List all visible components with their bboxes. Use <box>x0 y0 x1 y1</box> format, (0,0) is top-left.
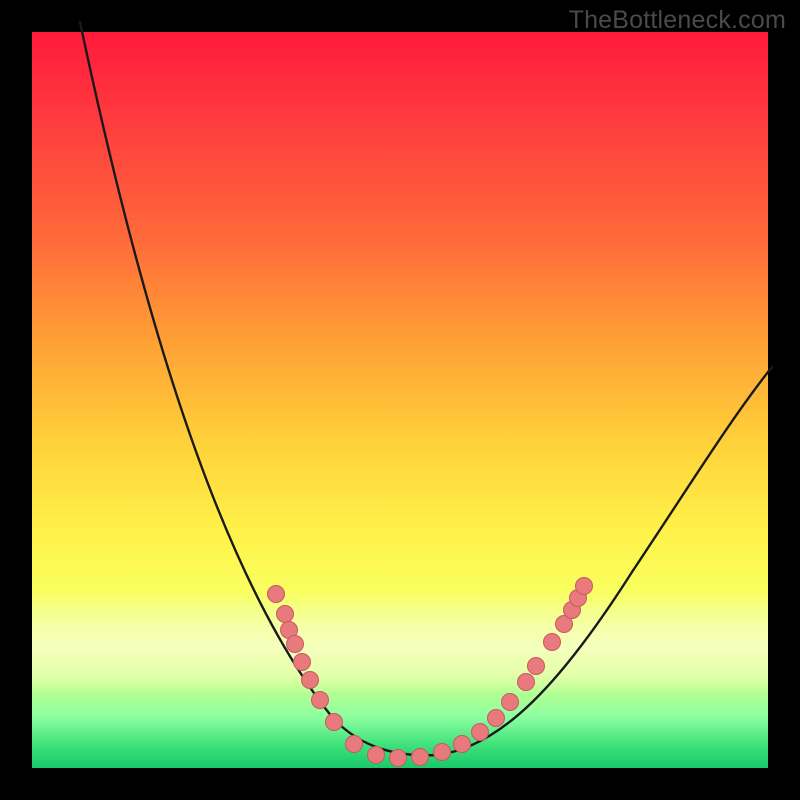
data-dot <box>454 736 471 753</box>
data-dot <box>390 750 407 767</box>
data-dot <box>434 744 451 761</box>
data-dot <box>488 710 505 727</box>
data-dot <box>544 634 561 651</box>
data-dot <box>346 736 363 753</box>
data-dot <box>326 714 343 731</box>
data-dot <box>287 636 304 653</box>
data-dot <box>312 692 329 709</box>
data-dots <box>268 578 593 767</box>
watermark-text: TheBottleneck.com <box>569 6 786 35</box>
data-dot <box>412 749 429 766</box>
chart-frame: TheBottleneck.com <box>0 0 800 800</box>
data-dot <box>518 674 535 691</box>
bottleneck-curve <box>80 22 772 755</box>
data-dot <box>502 694 519 711</box>
data-dot <box>576 578 593 595</box>
curve-layer <box>32 32 768 768</box>
data-dot <box>302 672 319 689</box>
data-dot <box>472 724 489 741</box>
data-dot <box>368 747 385 764</box>
data-dot <box>294 654 311 671</box>
data-dot <box>528 658 545 675</box>
plot-area <box>32 32 768 768</box>
data-dot <box>277 606 294 623</box>
data-dot <box>268 586 285 603</box>
